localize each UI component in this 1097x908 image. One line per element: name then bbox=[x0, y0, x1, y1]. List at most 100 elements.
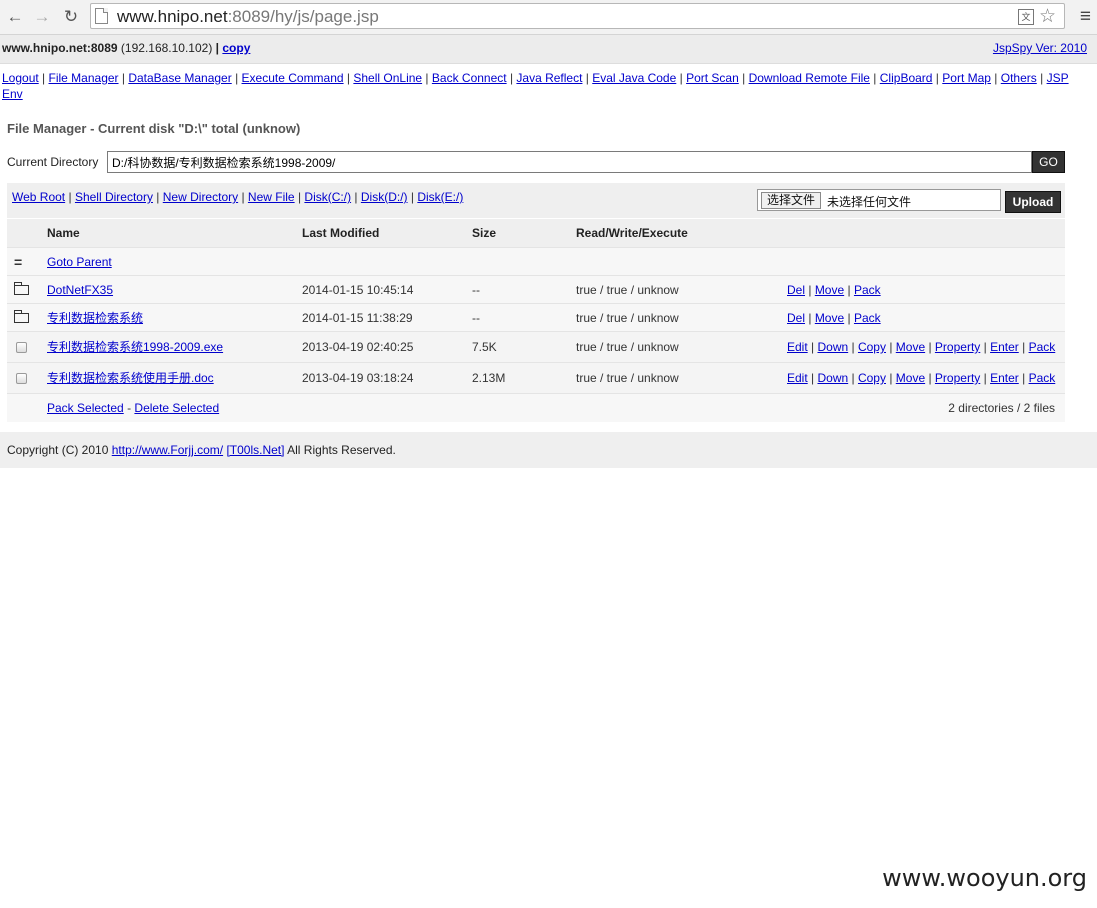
delete-selected-link[interactable]: Delete Selected bbox=[134, 401, 219, 415]
rwx-cell: true / true / unknow bbox=[576, 283, 679, 297]
current-directory-label: Current Directory bbox=[7, 155, 99, 169]
forward-arrow-icon[interactable]: → bbox=[31, 6, 53, 28]
edit-link[interactable]: Edit bbox=[787, 340, 808, 354]
menu-port-scan[interactable]: Port Scan bbox=[686, 71, 739, 85]
file-table: Name Last Modified Size Read/Write/Execu… bbox=[7, 219, 1065, 422]
size-cell: -- bbox=[472, 283, 480, 297]
table-row: DotNetFX35 2014-01-15 10:45:14 -- true /… bbox=[7, 276, 1065, 304]
menu-port-map[interactable]: Port Map bbox=[942, 71, 991, 85]
goto-parent-row: = Goto Parent bbox=[7, 248, 1065, 276]
pack-link[interactable]: Pack bbox=[854, 311, 881, 325]
file-name-link[interactable]: 专利数据检索系统使用手册.doc bbox=[47, 371, 214, 385]
property-link[interactable]: Property bbox=[935, 371, 980, 385]
select-checkbox[interactable] bbox=[16, 342, 27, 354]
move-link[interactable]: Move bbox=[896, 371, 925, 385]
copy-link[interactable]: Copy bbox=[858, 371, 886, 385]
row-actions: Del | Move | Pack bbox=[787, 283, 881, 297]
pack-link[interactable]: Pack bbox=[1029, 371, 1056, 385]
menu-back-connect[interactable]: Back Connect bbox=[432, 71, 507, 85]
row-actions: Del | Move | Pack bbox=[787, 311, 881, 325]
menu-database-manager[interactable]: DataBase Manager bbox=[128, 71, 231, 85]
web-root-link[interactable]: Web Root bbox=[12, 190, 65, 204]
back-arrow-icon[interactable]: ← bbox=[4, 6, 26, 28]
main-menu: Logout | File Manager | DataBase Manager… bbox=[2, 71, 1069, 101]
go-button[interactable]: GO bbox=[1032, 151, 1065, 173]
rwx-cell: true / true / unknow bbox=[576, 311, 679, 325]
copy-link[interactable]: copy bbox=[222, 41, 250, 55]
rwx-cell: true / true / unknow bbox=[576, 340, 679, 354]
folder-icon bbox=[14, 309, 29, 323]
pack-link[interactable]: Pack bbox=[1029, 340, 1056, 354]
server-ip: (192.168.10.102) bbox=[120, 41, 213, 55]
modified-cell: 2014-01-15 10:45:14 bbox=[302, 283, 414, 297]
address-bar[interactable]: www.hnipo.net:8089/hy/js/page.jsp 文 ☆ bbox=[90, 3, 1065, 29]
del-link[interactable]: Del bbox=[787, 311, 805, 325]
enter-link[interactable]: Enter bbox=[990, 371, 1019, 385]
upload-button[interactable]: Upload bbox=[1005, 191, 1061, 213]
url-text[interactable]: www.hnipo.net:8089/hy/js/page.jsp bbox=[117, 7, 379, 27]
menu-java-reflect[interactable]: Java Reflect bbox=[516, 71, 582, 85]
file-toolbar: Web Root | Shell Directory | New Directo… bbox=[7, 183, 1065, 218]
browser-toolbar: ← → ↻ www.hnipo.net:8089/hy/js/page.jsp … bbox=[0, 0, 1097, 35]
menu-clipboard[interactable]: ClipBoard bbox=[880, 71, 933, 85]
copyright-bar: Copyright (C) 2010 http://www.Forjj.com/… bbox=[0, 432, 1097, 468]
folder-icon bbox=[14, 281, 29, 295]
goto-parent-link[interactable]: Goto Parent bbox=[47, 255, 112, 269]
server-info-bar: www.hnipo.net:8089 (192.168.10.102) | co… bbox=[0, 35, 1097, 64]
page-icon bbox=[95, 8, 108, 24]
disk-d-link[interactable]: Disk(D:/) bbox=[361, 190, 408, 204]
disk-e-link[interactable]: Disk(E:/) bbox=[417, 190, 463, 204]
col-last-modified: Last Modified bbox=[302, 226, 380, 240]
file-name-link[interactable]: 专利数据检索系统1998-2009.exe bbox=[47, 340, 223, 354]
table-header: Name Last Modified Size Read/Write/Execu… bbox=[7, 219, 1065, 248]
current-directory-input[interactable] bbox=[107, 151, 1032, 173]
disk-c-link[interactable]: Disk(C:/) bbox=[304, 190, 351, 204]
item-count: 2 directories / 2 files bbox=[948, 401, 1055, 415]
file-upload-input[interactable]: 选择文件 未选择任何文件 bbox=[757, 189, 1001, 211]
page-title: File Manager - Current disk "D:\" total … bbox=[7, 121, 301, 136]
menu-execute-command[interactable]: Execute Command bbox=[242, 71, 344, 85]
col-name: Name bbox=[47, 226, 80, 240]
menu-logout[interactable]: Logout bbox=[2, 71, 39, 85]
del-link[interactable]: Del bbox=[787, 283, 805, 297]
no-file-selected-text: 未选择任何文件 bbox=[827, 195, 912, 209]
reload-icon[interactable]: ↻ bbox=[60, 6, 82, 28]
new-directory-link[interactable]: New Directory bbox=[163, 190, 238, 204]
forjj-link[interactable]: http://www.Forjj.com/ bbox=[112, 443, 223, 457]
choose-file-button[interactable]: 选择文件 bbox=[761, 192, 822, 209]
menu-shell-online[interactable]: Shell OnLine bbox=[353, 71, 422, 85]
parent-icon: = bbox=[14, 254, 23, 270]
menu-download-remote-file[interactable]: Download Remote File bbox=[749, 71, 870, 85]
translate-icon[interactable]: 文 bbox=[1018, 9, 1034, 25]
table-footer: Pack Selected - Delete Selected 2 direct… bbox=[7, 394, 1065, 422]
bookmark-star-icon[interactable]: ☆ bbox=[1039, 5, 1056, 28]
col-size: Size bbox=[472, 226, 497, 240]
down-link[interactable]: Down bbox=[817, 371, 848, 385]
property-link[interactable]: Property bbox=[935, 340, 980, 354]
select-checkbox[interactable] bbox=[16, 373, 27, 385]
menu-others[interactable]: Others bbox=[1001, 71, 1037, 85]
t00ls-link[interactable]: [T00ls.Net] bbox=[226, 443, 284, 457]
pack-selected-link[interactable]: Pack Selected bbox=[47, 401, 124, 415]
pack-link[interactable]: Pack bbox=[854, 283, 881, 297]
menu-eval-java-code[interactable]: Eval Java Code bbox=[592, 71, 676, 85]
size-cell: 2.13M bbox=[472, 371, 506, 385]
move-link[interactable]: Move bbox=[815, 311, 844, 325]
version-link[interactable]: JspSpy Ver: 2010 bbox=[993, 41, 1087, 55]
new-file-link[interactable]: New File bbox=[248, 190, 295, 204]
menu-file-manager[interactable]: File Manager bbox=[49, 71, 119, 85]
shell-directory-link[interactable]: Shell Directory bbox=[75, 190, 153, 204]
move-link[interactable]: Move bbox=[896, 340, 925, 354]
browser-menu-icon[interactable]: ≡ bbox=[1080, 6, 1091, 28]
edit-link[interactable]: Edit bbox=[787, 371, 808, 385]
down-link[interactable]: Down bbox=[817, 340, 848, 354]
enter-link[interactable]: Enter bbox=[990, 340, 1019, 354]
row-actions: Edit | Down | Copy | Move | Property | E… bbox=[787, 340, 1056, 354]
move-link[interactable]: Move bbox=[815, 283, 844, 297]
dir-name-link[interactable]: DotNetFX35 bbox=[47, 283, 113, 297]
size-cell: 7.5K bbox=[472, 340, 497, 354]
rwx-cell: true / true / unknow bbox=[576, 371, 679, 385]
watermark-text: www.wooyun.org bbox=[882, 864, 1087, 892]
dir-name-link[interactable]: 专利数据检索系统 bbox=[47, 311, 143, 325]
copy-link[interactable]: Copy bbox=[858, 340, 886, 354]
